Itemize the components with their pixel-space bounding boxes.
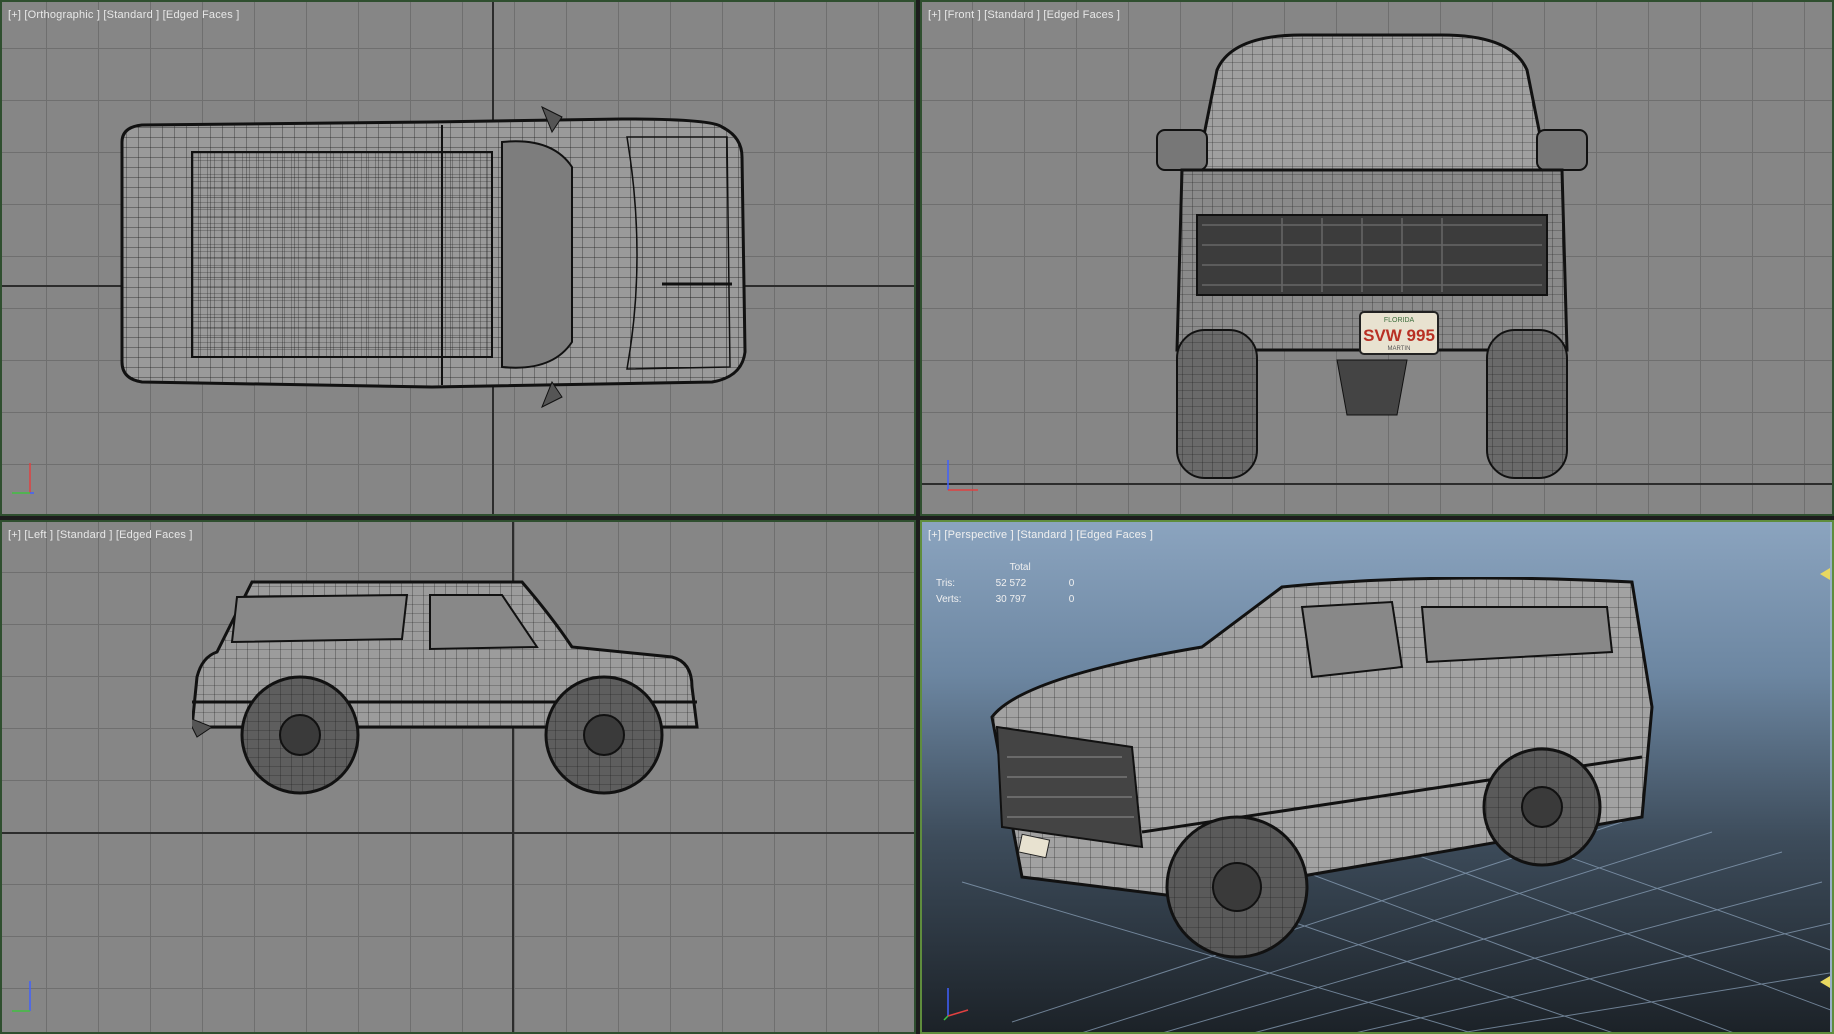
viewport-orthographic[interactable]: [+] [Orthographic ] [Standard ] [Edged F… xyxy=(0,0,916,516)
plate-county: MARTIN xyxy=(1388,346,1411,352)
viewport-left[interactable]: [+] [Left ] [Standard ] [Edged Faces ] xyxy=(0,520,916,1034)
viewport-perspective[interactable]: [+] [Perspective ] [Standard ] [Edged Fa… xyxy=(920,520,1834,1034)
axis-tripod-icon xyxy=(943,988,969,1021)
plate-number: SVW 995 xyxy=(1363,326,1435,345)
viewport-front[interactable]: [+] [Front ] [Standard ] [Edged Faces ] … xyxy=(920,0,1834,516)
viewport-label[interactable]: [+] [Front ] [Standard ] [Edged Faces ] xyxy=(928,9,1120,21)
viewport-label[interactable]: [+] [Orthographic ] [Standard ] [Edged F… xyxy=(8,9,239,21)
axis-tripod-icon xyxy=(12,463,34,494)
viewport-layout: [+] [Orthographic ] [Standard ] [Edged F… xyxy=(0,0,1834,1034)
viewport-scrollbar[interactable] xyxy=(1830,522,1832,1032)
plate-state: FLORIDA xyxy=(1384,317,1415,324)
viewport-label[interactable]: [+] [Perspective ] [Standard ] [Edged Fa… xyxy=(928,529,1153,541)
vehicle-side-view xyxy=(192,580,699,795)
vehicle-front-view: FLORIDA SVW 995 MARTIN xyxy=(1156,33,1588,479)
stats-label: Verts: xyxy=(936,594,962,605)
triangle-marker-icon[interactable] xyxy=(1820,976,1830,988)
vehicle-perspective-view xyxy=(990,577,1654,959)
triangle-marker-icon[interactable] xyxy=(1820,568,1830,580)
axis-tripod-icon xyxy=(12,981,31,1012)
axis-tripod-icon xyxy=(947,460,978,491)
viewport-label[interactable]: [+] [Left ] [Standard ] [Edged Faces ] xyxy=(8,529,193,541)
stats-label: Tris: xyxy=(936,578,956,589)
vehicle-top-view xyxy=(120,105,747,409)
stats-header: Total xyxy=(1009,562,1031,573)
